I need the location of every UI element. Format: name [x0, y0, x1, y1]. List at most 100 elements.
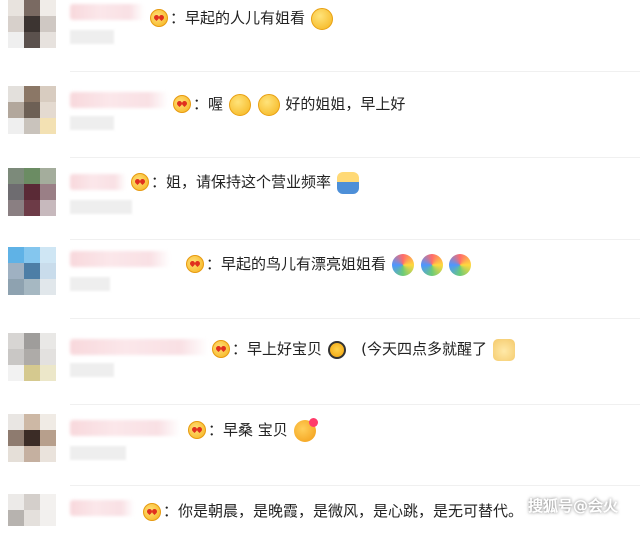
divider — [70, 404, 640, 405]
avatar[interactable] — [8, 86, 56, 134]
avatar[interactable] — [8, 333, 56, 381]
comment-text: ：喔 好的姐姐，早上好 — [193, 93, 405, 116]
avatar-pixel — [40, 168, 56, 184]
avatar-pixel — [8, 200, 24, 216]
comment-text: ：早起的人儿有姐看 — [170, 7, 334, 30]
comment-row: ：早起的鸟儿有漂亮姐姐看 — [0, 247, 640, 319]
rainbow-emoji-icon — [449, 253, 472, 276]
avatar-pixel — [8, 0, 24, 16]
fan-badge-icon — [212, 340, 230, 358]
avatar[interactable] — [8, 247, 56, 295]
avatar[interactable] — [8, 494, 56, 542]
avatar-pixel — [24, 247, 40, 263]
watermark: 搜狐号@会火 — [528, 497, 619, 515]
avatar-pixel — [8, 349, 24, 365]
username-blurred[interactable] — [70, 92, 168, 108]
comment-content: 早起的鸟儿有漂亮姐姐看 — [221, 255, 387, 273]
avatar-pixel — [8, 446, 24, 462]
fan-badge-icon — [150, 9, 168, 27]
avatar-pixel — [24, 263, 40, 279]
avatar-pixel — [24, 333, 40, 349]
comment-content: 你是朝晨，是晚霞，是微风，是心跳，是无可替代。 — [178, 502, 524, 520]
avatar-pixel — [8, 168, 24, 184]
user-info-blurred — [70, 116, 114, 130]
fan-badge-icon — [188, 421, 206, 439]
comment-content: 早桑 宝贝 — [223, 421, 288, 439]
avatar[interactable] — [8, 0, 56, 48]
avatar-pixel — [8, 526, 24, 542]
dog-emoji-icon — [492, 338, 515, 361]
avatar-pixel — [8, 16, 24, 32]
avatar-pixel — [40, 247, 56, 263]
avatar-pixel — [40, 200, 56, 216]
fan-badge-icon — [131, 173, 149, 191]
user-info-blurred — [70, 277, 110, 291]
avatar-pixel — [24, 446, 40, 462]
avatar-pixel — [40, 263, 56, 279]
username-blurred[interactable] — [70, 174, 126, 190]
username-blurred[interactable] — [70, 251, 170, 267]
comment-row: ：早起的人儿有姐看 — [0, 0, 640, 72]
smirk-emoji-icon — [310, 7, 333, 30]
avatar-pixel — [8, 247, 24, 263]
avatar-pixel — [24, 118, 40, 134]
avatar-pixel — [8, 414, 24, 430]
avatar[interactable] — [8, 168, 56, 216]
comment-text: ：早起的鸟儿有漂亮姐姐看 — [206, 253, 472, 276]
avatar-pixel — [24, 168, 40, 184]
avatar-pixel — [8, 86, 24, 102]
username-blurred[interactable] — [70, 339, 208, 355]
avatar-pixel — [40, 446, 56, 462]
username-blurred[interactable] — [70, 420, 180, 436]
avatar-pixel — [40, 526, 56, 542]
avatar-pixel — [40, 349, 56, 365]
comment-content: 早起的人儿有姐看 — [185, 9, 306, 27]
avatar-pixel — [8, 430, 24, 446]
avatar[interactable] — [8, 414, 56, 462]
avatar-pixel — [8, 494, 24, 510]
avatar-pixel — [40, 510, 56, 526]
avatar-pixel — [24, 184, 40, 200]
avatar-pixel — [8, 510, 24, 526]
avatar-pixel — [8, 184, 24, 200]
comment-row: ：早桑 宝贝 — [0, 414, 640, 486]
avatar-pixel — [40, 118, 56, 134]
fan-badge-icon — [173, 95, 191, 113]
avatar-pixel — [40, 365, 56, 381]
divider — [70, 239, 640, 240]
avatar-pixel — [40, 333, 56, 349]
avatar-pixel — [40, 430, 56, 446]
rainbow-emoji-icon — [391, 253, 414, 276]
username-blurred[interactable] — [70, 4, 144, 20]
avatar-pixel — [24, 102, 40, 118]
avatar-pixel — [40, 184, 56, 200]
avatar-pixel — [24, 16, 40, 32]
comment-content: 早上好宝贝 — [247, 340, 323, 358]
avatar-pixel — [8, 118, 24, 134]
avatar-pixel — [24, 430, 40, 446]
avatar-pixel — [24, 0, 40, 16]
comment-content: 姐，请保持这个营业频率 — [166, 173, 332, 191]
comment-text: ：早桑 宝贝 — [208, 417, 318, 442]
avatar-pixel — [8, 279, 24, 295]
working-emoji-icon — [336, 171, 359, 194]
rainbow-emoji-icon — [420, 253, 443, 276]
comment-text: ：你是朝晨，是晚霞，是微风，是心跳，是无可替代。 — [163, 502, 524, 520]
comment-row: ：早上好宝贝 (今天四点多就醒了 — [0, 333, 640, 405]
avatar-pixel — [24, 526, 40, 542]
laugh-emoji-icon — [327, 340, 346, 359]
avatar-pixel — [24, 200, 40, 216]
fan-badge-icon — [143, 503, 161, 521]
pleading-emoji-icon — [228, 93, 251, 116]
user-info-blurred — [70, 30, 114, 44]
avatar-pixel — [24, 279, 40, 295]
comment-text: ：姐，请保持这个营业频率 — [151, 171, 360, 194]
avatar-pixel — [40, 279, 56, 295]
avatar-pixel — [24, 32, 40, 48]
user-info-blurred — [70, 446, 126, 460]
comment-row: ：姐，请保持这个营业频率 — [0, 168, 640, 240]
avatar-pixel — [24, 86, 40, 102]
username-blurred[interactable] — [70, 500, 134, 516]
fan-badge-icon — [186, 255, 204, 273]
comment-content: 喔 — [208, 95, 224, 113]
